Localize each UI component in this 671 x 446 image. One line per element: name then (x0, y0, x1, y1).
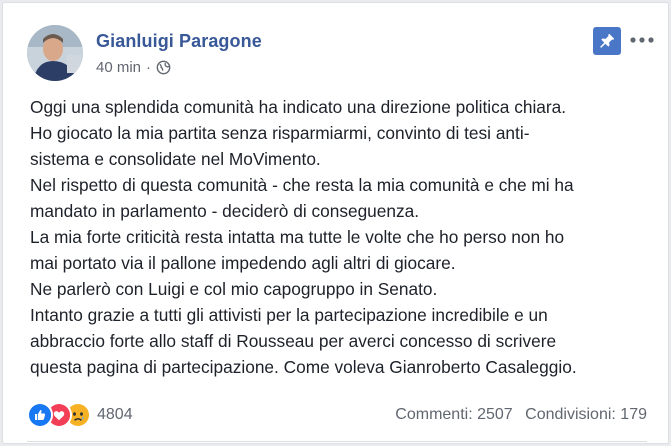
post-text-line: mandato in parlamento - deciderò di cons… (30, 201, 420, 221)
post-card: Gianluigi Paragone 40 min · Oggi una spl… (2, 2, 669, 444)
pin-icon[interactable] (593, 27, 621, 55)
post-time[interactable]: 40 min (96, 59, 141, 76)
post-text-line: questa pagina di partecipazione. Come vo… (30, 357, 577, 377)
engagement-counts: Commenti: 2507 Condivisioni: 179 (395, 406, 647, 424)
avatar-photo (27, 25, 83, 81)
footer-divider (27, 441, 647, 442)
post-text-line: La mia forte criticità resta intatta ma … (30, 227, 565, 247)
post-meta: 40 min · (96, 59, 171, 76)
meta-separator: · (146, 59, 152, 76)
reactions-summary[interactable]: 4804 (27, 402, 133, 428)
post-text-line: sistema e consolidate nel MoVimento. (30, 149, 321, 169)
post-text-line: Intanto grazie a tutti gli attivisti per… (30, 305, 548, 325)
post-text-line: Nel rispetto di questa comunità - che re… (30, 175, 574, 195)
post-text-line: Oggi una splendida comunità ha indicato … (30, 97, 567, 117)
post-text-line: Ho giocato la mia partita senza risparmi… (30, 123, 530, 143)
post-text-line: abbraccio forte allo staff di Rousseau p… (30, 331, 557, 351)
post-text-line: mai portato via il pallone impedendo agl… (30, 253, 456, 273)
post-text-line: Ne parlerò con Luigi e col mio capogrupp… (30, 279, 438, 299)
shares-count[interactable]: Condivisioni: 179 (525, 406, 647, 423)
comments-count[interactable]: Commenti: 2507 (395, 406, 512, 423)
author-name[interactable]: Gianluigi Paragone (96, 31, 262, 52)
reaction-count: 4804 (97, 406, 133, 423)
more-options-icon[interactable] (628, 30, 656, 50)
post-footer: 4804 Commenti: 2507 Condivisioni: 179 (27, 402, 647, 428)
avatar[interactable] (27, 25, 83, 81)
like-icon (27, 402, 53, 428)
globe-icon[interactable] (156, 60, 171, 75)
post-text: Oggi una splendida comunità ha indicato … (30, 94, 655, 380)
